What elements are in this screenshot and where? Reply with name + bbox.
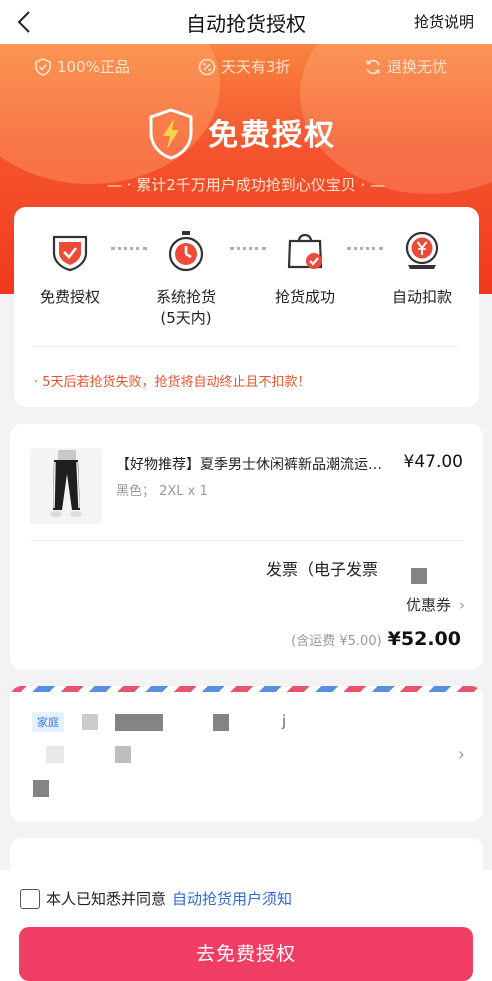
stopwatch-icon xyxy=(168,231,204,272)
bottom-action-bar: 本人已知悉并同意 自动抢货用户须知 去免费授权 xyxy=(0,870,492,981)
badge-label: 天天有3折 xyxy=(221,58,291,76)
badge-label: 100%正品 xyxy=(57,58,130,76)
agreement-checkbox[interactable] xyxy=(20,888,40,909)
product-price: ¥47.00 xyxy=(403,452,463,472)
step-system-grab: 系统抢货 (5天内) xyxy=(136,229,236,329)
nav-bar: 自动抢货授权 抢货说明 xyxy=(0,0,492,44)
step-label: 免费授权 xyxy=(39,288,100,306)
step-auto-deduct: 自动扣款 xyxy=(372,229,472,308)
product-sku: 黑色； 2XL x 1 xyxy=(116,484,208,499)
badge-discount: 天天有3折 xyxy=(198,56,291,77)
chevron-right-icon: › xyxy=(457,744,465,765)
shield-check-icon xyxy=(35,57,51,76)
hero-title: 免费授权 xyxy=(208,118,336,153)
redacted-block xyxy=(411,568,427,584)
divider xyxy=(30,540,463,541)
process-steps-card: 免费授权 系统抢货 (5天内) 抢货成功 自动扣款 · 5天后若抢货失败，抢货将… xyxy=(14,207,479,407)
agreement-text: 本人已知悉并同意 xyxy=(46,890,167,908)
lightning-shield-icon xyxy=(149,108,193,160)
address-card[interactable]: 家庭 j › xyxy=(10,686,483,822)
redacted-block xyxy=(115,714,163,731)
refresh-icon xyxy=(366,59,380,74)
divider xyxy=(34,346,459,347)
shipping-note: (含运费 ¥5.00) xyxy=(291,634,382,649)
agreement-row: 本人已知悉并同意 自动抢货用户须知 xyxy=(20,888,292,909)
step-free-auth: 免费授权 xyxy=(20,229,120,308)
user-notice-link[interactable]: 自动抢货用户须知 xyxy=(172,888,292,909)
order-summary-card: 【好物推荐】夏季男士休闲裤新品潮流运动裤 ¥47.00 黑色； 2XL x 1 … xyxy=(10,424,483,670)
failure-notice: · 5天后若抢货失败，抢货将自动终止且不扣款！ xyxy=(34,375,311,390)
free-auth-button[interactable]: 去免费授权 xyxy=(19,927,473,981)
hero-subtitle: — · 累计2千万用户成功抢到心仪宝贝 · — xyxy=(106,176,386,194)
step-label: 系统抢货 (5天内) xyxy=(136,287,236,329)
step-grab-success: 抢货成功 xyxy=(255,229,355,308)
address-tag: 家庭 xyxy=(32,712,64,732)
shopping-bag-icon xyxy=(287,233,323,269)
step-label: 抢货成功 xyxy=(274,288,335,306)
pants-image xyxy=(50,450,82,517)
invoice-row[interactable]: 发票（电子发票 xyxy=(266,556,378,580)
shield-check-icon xyxy=(52,235,88,272)
step-label-main: 系统抢货 xyxy=(155,288,216,306)
yen-coin-icon xyxy=(405,231,439,269)
step-label-sub: (5天内) xyxy=(160,309,212,327)
explain-link[interactable]: 抢货说明 xyxy=(414,11,474,32)
address-partial-text: j xyxy=(282,712,287,730)
badge-authentic: 100%正品 xyxy=(34,56,130,77)
coupon-row[interactable]: 优惠券 › xyxy=(406,594,465,615)
promise-badges: 100%正品 天天有3折 退换无忧 xyxy=(0,56,492,80)
percent-icon xyxy=(198,58,216,75)
redacted-block xyxy=(46,746,64,763)
airmail-border xyxy=(10,686,483,692)
product-thumbnail[interactable] xyxy=(30,448,102,524)
total-amount: ¥52.00 xyxy=(387,628,461,650)
badge-label: 退换无忧 xyxy=(387,58,448,76)
redacted-block xyxy=(213,714,229,731)
coupon-label: 优惠券 xyxy=(405,596,451,614)
order-total: (含运费 ¥5.00) ¥52.00 xyxy=(291,628,461,650)
redacted-block xyxy=(115,746,131,763)
step-label: 自动扣款 xyxy=(391,288,452,306)
product-name[interactable]: 【好物推荐】夏季男士休闲裤新品潮流运动裤 xyxy=(116,454,386,474)
badge-return: 退换无忧 xyxy=(364,56,447,77)
redacted-block xyxy=(82,714,98,730)
chevron-right-icon: › xyxy=(459,596,465,614)
redacted-block xyxy=(33,780,49,797)
